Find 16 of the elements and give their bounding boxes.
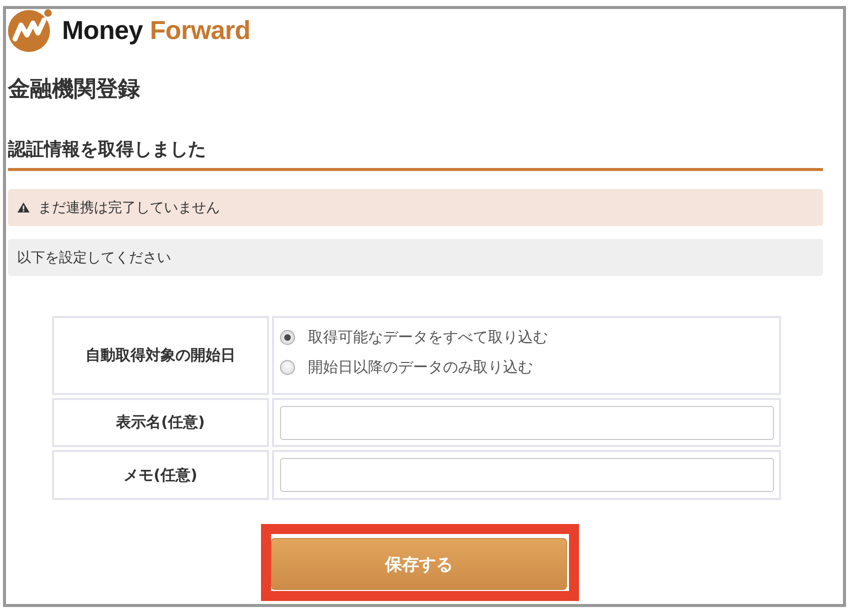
radio-button[interactable]	[280, 360, 295, 374]
logo-wordmark: Money Forward	[62, 14, 250, 46]
warning-icon	[17, 202, 30, 213]
page-title: 金融機関登録	[8, 76, 141, 104]
radio-label[interactable]: 取得可能なデータをすべて取り込む	[308, 328, 548, 346]
field-label: メモ(任意)	[52, 450, 269, 500]
radio-button[interactable]	[280, 330, 295, 344]
text-input[interactable]	[280, 458, 774, 492]
section-heading: 認証情報を取得しました	[8, 137, 823, 171]
radio-label[interactable]: 開始日以降のデータのみ取り込む	[308, 358, 533, 376]
field-label: 表示名(任意)	[52, 398, 269, 447]
info-text: 以下を設定してください	[17, 248, 171, 266]
field-label: 自動取得対象の開始日	[52, 316, 269, 395]
logo-icon	[8, 9, 54, 52]
warning-text: まだ連携は完了していません	[38, 198, 220, 216]
text-input[interactable]	[280, 406, 774, 440]
